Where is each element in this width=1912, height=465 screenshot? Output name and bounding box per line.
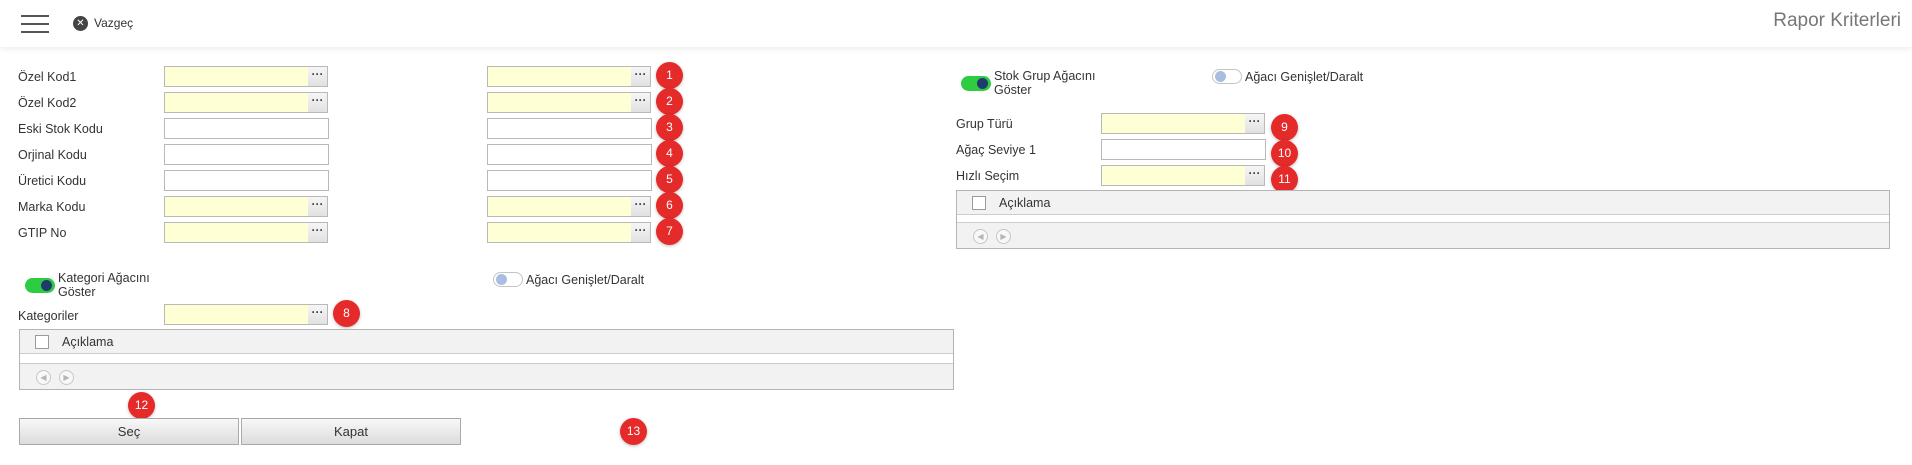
sec-button[interactable]: Seç: [19, 418, 239, 445]
badge-4: 4: [656, 140, 683, 167]
page-title: Rapor Kriterleri: [1773, 10, 1901, 31]
stok-grup-grid-pager: ◀ ▶: [957, 222, 1889, 248]
stok-grup-agaci-toggle[interactable]: [961, 76, 991, 91]
chevron-left-icon[interactable]: ◀: [973, 229, 988, 244]
gtip-no-end-lookup-button[interactable]: ···: [631, 222, 651, 243]
chevron-left-icon[interactable]: ◀: [36, 370, 51, 385]
hamburger-menu-icon[interactable]: [21, 15, 49, 33]
cancel-button[interactable]: ✕ Vazgeç: [73, 14, 133, 32]
stok-grup-grid-column-aciklama: Açıklama: [999, 196, 1051, 210]
orjinal-kodu-label: Orjinal Kodu: [18, 148, 87, 162]
stok-grup-agaci-toggle-label: Stok Grup Ağacını Göster: [994, 69, 1096, 97]
kategori-grid-column-aciklama: Açıklama: [62, 335, 114, 349]
uretici-kodu-start-input[interactable]: [164, 170, 329, 191]
stok-grup-grid-select-all-checkbox[interactable]: [972, 196, 986, 210]
badge-2: 2: [656, 88, 683, 115]
stok-grup-genislet-toggle[interactable]: [1212, 69, 1242, 84]
eski-stok-kodu-label: Eski Stok Kodu: [18, 122, 103, 136]
kategoriler-input[interactable]: [164, 304, 310, 325]
grup-turu-label: Grup Türü: [956, 117, 1013, 131]
eski-stok-kodu-end-input[interactable]: [487, 118, 652, 139]
hizli-secim-input[interactable]: [1101, 165, 1247, 186]
stok-grup-grid: Açıklama ◀ ▶: [956, 190, 1890, 249]
marka-kodu-start-lookup-button[interactable]: ···: [308, 196, 328, 217]
ozel-kod2-end-input[interactable]: [487, 92, 633, 113]
badge-5: 5: [656, 166, 683, 193]
ozel-kod1-end-input[interactable]: [487, 66, 633, 87]
kategori-grid-pager: ◀ ▶: [20, 363, 953, 389]
stok-grup-grid-header: Açıklama: [957, 191, 1889, 215]
badge-10: 10: [1271, 140, 1298, 167]
badge-12: 12: [128, 392, 155, 419]
kategori-agaci-toggle[interactable]: [25, 278, 55, 293]
kategori-grid-select-all-checkbox[interactable]: [35, 335, 49, 349]
gtip-no-start-input[interactable]: [164, 222, 310, 243]
close-circle-icon: ✕: [73, 15, 88, 31]
badge-1: 1: [656, 62, 683, 89]
marka-kodu-end-input[interactable]: [487, 196, 633, 217]
stok-grup-genislet-label: Ağacı Genişlet/Daralt: [1245, 70, 1364, 84]
ozel-kod1-label: Özel Kod1: [18, 70, 77, 84]
badge-11: 11: [1271, 166, 1298, 193]
badge-9: 9: [1271, 114, 1298, 141]
kategori-genislet-toggle[interactable]: [493, 272, 523, 287]
ozel-kod1-start-input[interactable]: [164, 66, 310, 87]
ozel-kod2-end-lookup-button[interactable]: ···: [631, 92, 651, 113]
badge-3: 3: [656, 114, 683, 141]
ozel-kod1-start-lookup-button[interactable]: ···: [308, 66, 328, 87]
kategori-genislet-label: Ağacı Genişlet/Daralt: [526, 273, 645, 287]
badge-6: 6: [656, 192, 683, 219]
agac-seviye-1-input[interactable]: [1101, 139, 1266, 160]
badge-13: 13: [620, 418, 647, 445]
agac-seviye-1-label: Ağaç Seviye 1: [956, 143, 1036, 157]
badge-7: 7: [656, 218, 683, 245]
ozel-kod1-end-lookup-button[interactable]: ···: [631, 66, 651, 87]
kategori-grid: Açıklama ◀ ▶: [19, 329, 954, 390]
ozel-kod2-start-lookup-button[interactable]: ···: [308, 92, 328, 113]
kategoriler-lookup-button[interactable]: ···: [308, 304, 328, 325]
marka-kodu-label: Marka Kodu: [18, 200, 86, 214]
kategori-grid-header: Açıklama: [20, 330, 953, 354]
eski-stok-kodu-start-input[interactable]: [164, 118, 329, 139]
grup-turu-input[interactable]: [1101, 113, 1247, 134]
gtip-no-end-input[interactable]: [487, 222, 633, 243]
gtip-no-start-lookup-button[interactable]: ···: [308, 222, 328, 243]
hizli-secim-lookup-button[interactable]: ···: [1245, 165, 1265, 186]
top-bar: ✕ Vazgeç Rapor Kriterleri: [0, 0, 1912, 47]
chevron-right-icon[interactable]: ▶: [59, 370, 74, 385]
grup-turu-lookup-button[interactable]: ···: [1245, 113, 1265, 134]
marka-kodu-start-input[interactable]: [164, 196, 310, 217]
kategoriler-label: Kategoriler: [18, 309, 79, 323]
uretici-kodu-end-input[interactable]: [487, 170, 652, 191]
gtip-no-label: GTIP No: [18, 226, 67, 240]
marka-kodu-end-lookup-button[interactable]: ···: [631, 196, 651, 217]
hizli-secim-label: Hızlı Seçim: [956, 169, 1020, 183]
orjinal-kodu-start-input[interactable]: [164, 144, 329, 165]
ozel-kod2-start-input[interactable]: [164, 92, 310, 113]
ozel-kod2-label: Özel Kod2: [18, 96, 77, 110]
chevron-right-icon[interactable]: ▶: [996, 229, 1011, 244]
cancel-label: Vazgeç: [94, 16, 134, 30]
kapat-button[interactable]: Kapat: [241, 418, 461, 445]
kategori-agaci-toggle-label: Kategori Ağacını Göster: [58, 271, 150, 299]
orjinal-kodu-end-input[interactable]: [487, 144, 652, 165]
uretici-kodu-label: Üretici Kodu: [18, 174, 87, 188]
badge-8: 8: [333, 300, 360, 327]
